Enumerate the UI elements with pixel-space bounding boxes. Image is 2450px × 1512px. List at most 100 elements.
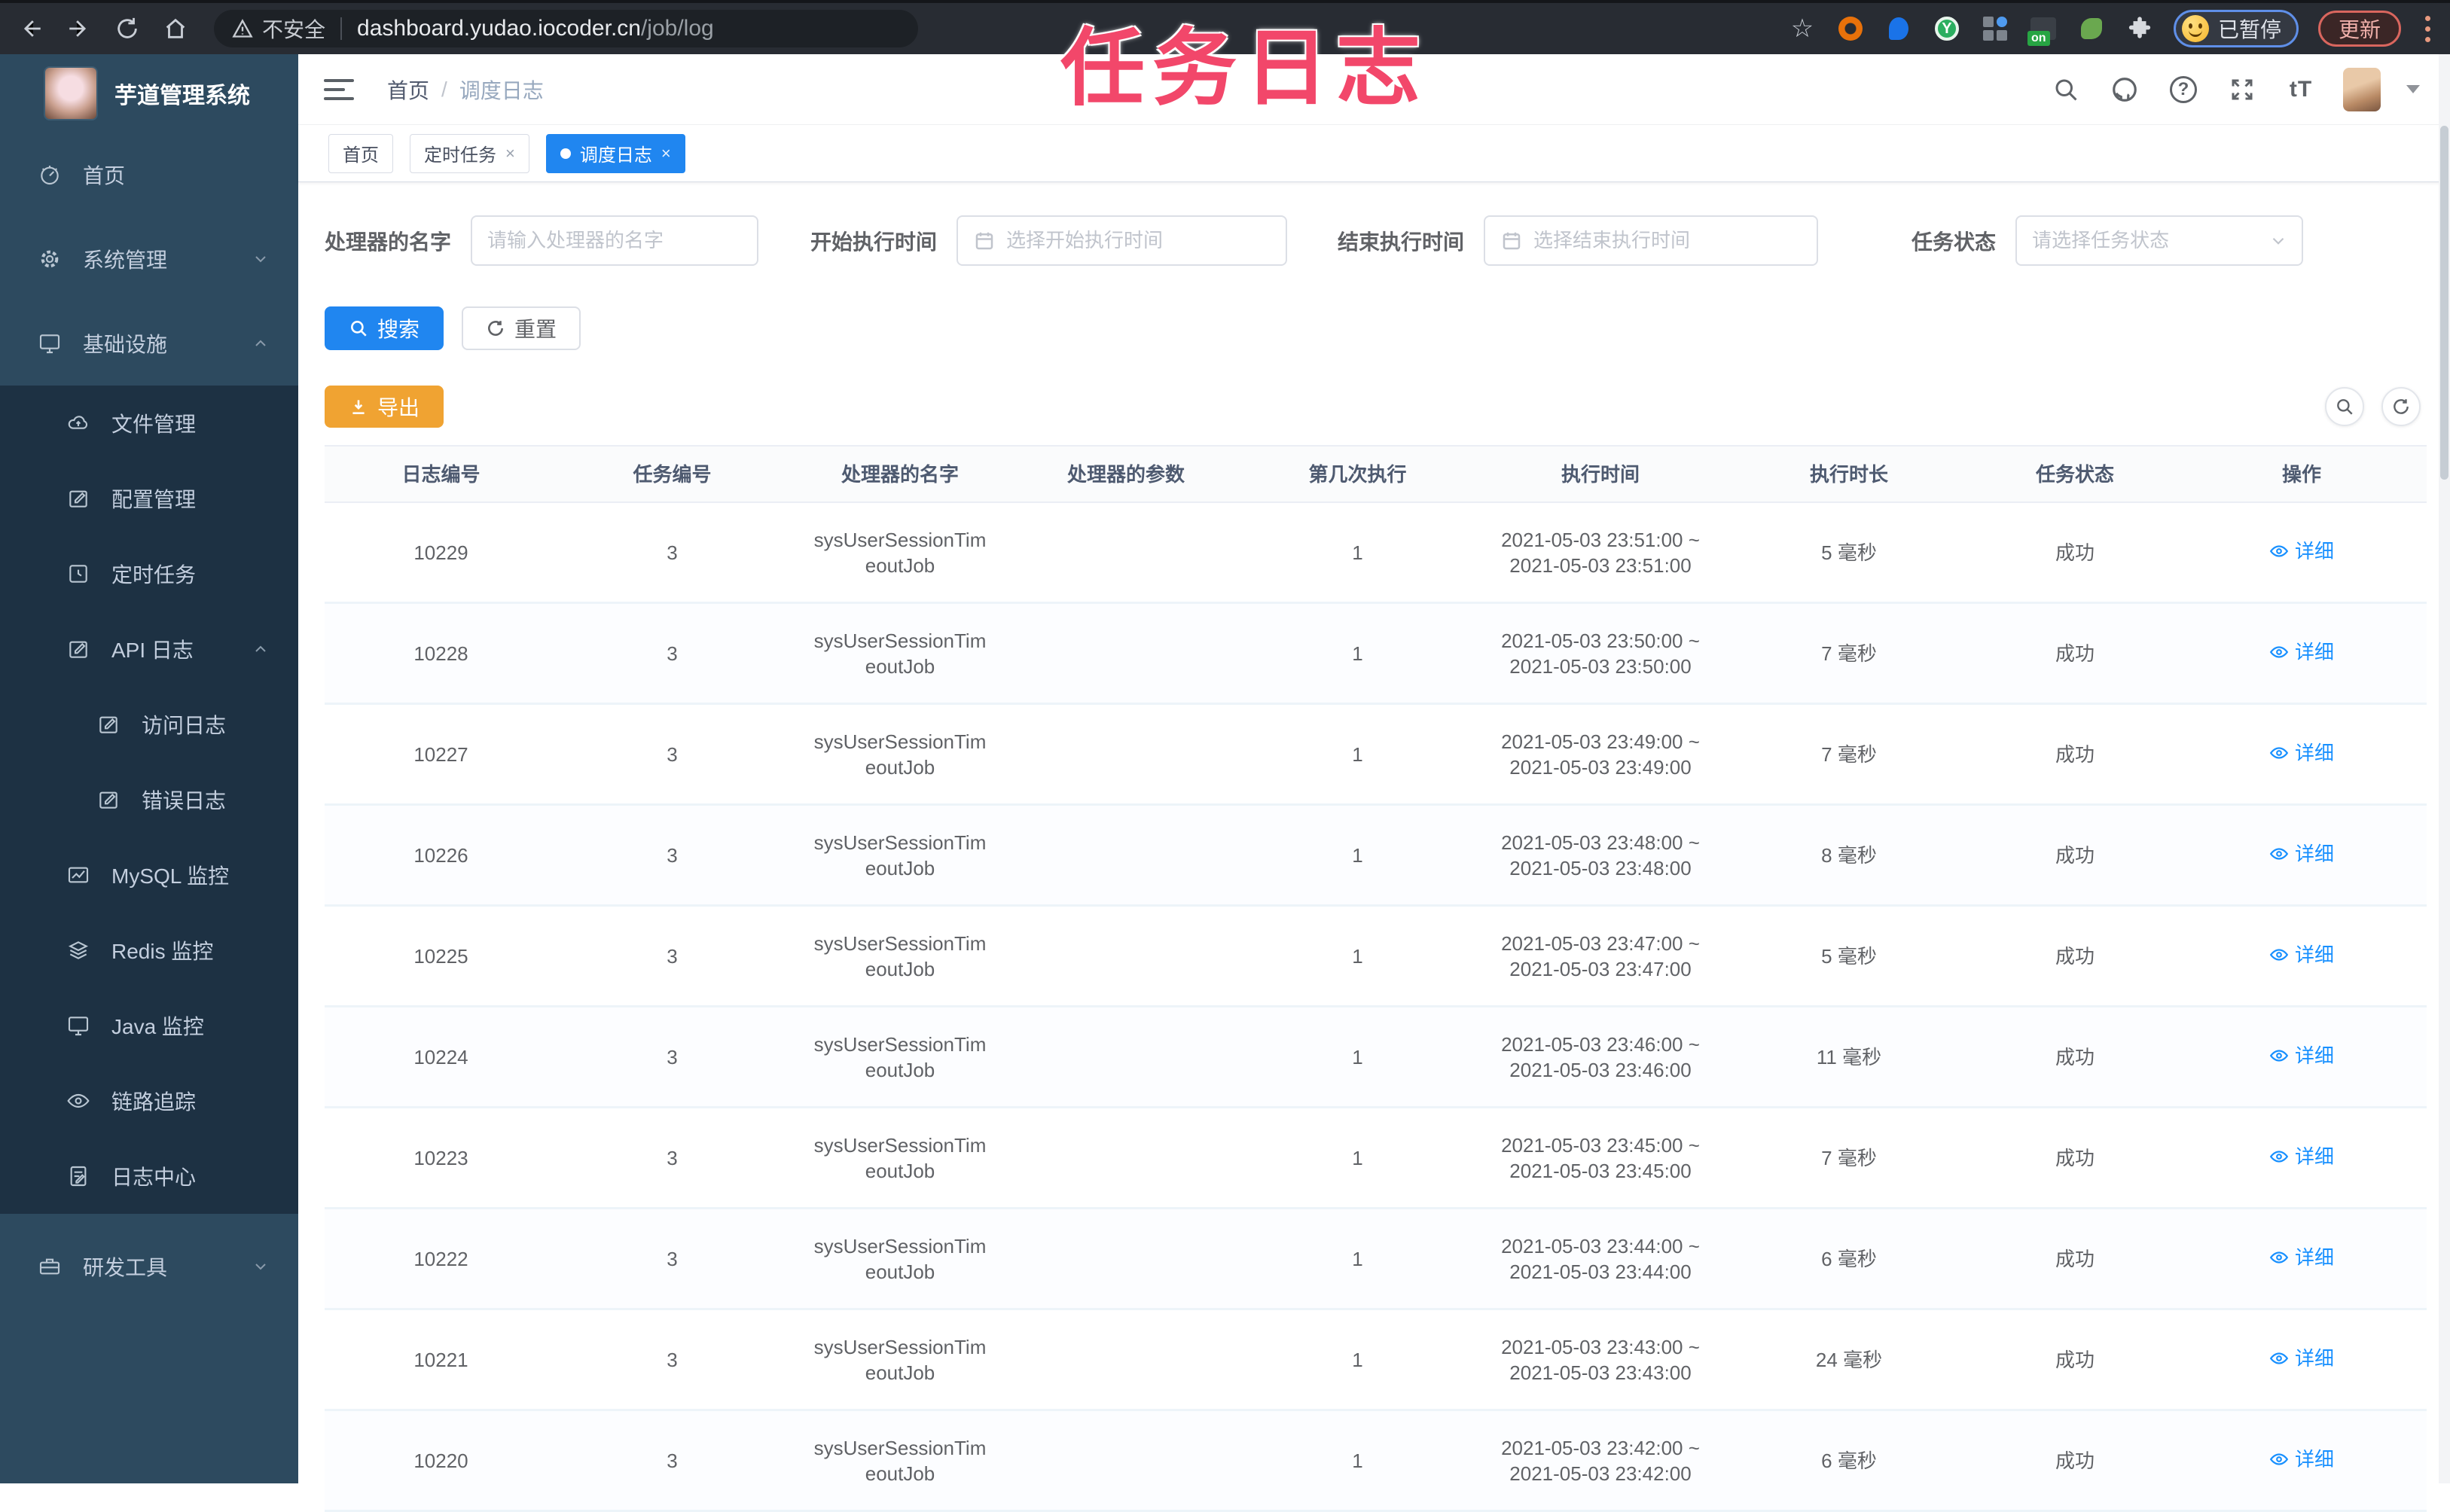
sidebar-item[interactable]: Redis 监控	[0, 913, 298, 988]
tag-close-icon[interactable]: ×	[505, 144, 515, 163]
breadcrumb-home[interactable]: 首页	[387, 75, 429, 105]
sidebar-item[interactable]: 文件管理	[0, 386, 298, 461]
sidebar-item[interactable]: 访问日志	[0, 687, 298, 762]
divider	[340, 17, 343, 40]
detail-link[interactable]: 详细	[2269, 639, 2334, 665]
filter-label-status: 任务状态	[1911, 230, 1997, 254]
table-search-toggle-button[interactable]	[2325, 387, 2364, 426]
sidebar-item[interactable]: 研发工具	[0, 1224, 298, 1309]
sidebar-item[interactable]: 日志中心	[0, 1139, 298, 1214]
export-button[interactable]: 导出	[325, 386, 444, 428]
status-select[interactable]	[2015, 215, 2304, 266]
cloud-icon	[63, 408, 93, 438]
detail-link-label: 详细	[2294, 1245, 2334, 1269]
table-row: 10229 3 sysUserSessionTim eoutJob 1 2021-05-0…	[325, 503, 2427, 604]
detail-link[interactable]: 详细	[2269, 1346, 2334, 1371]
browser-profile-chip[interactable]: 已暂停	[2173, 10, 2299, 47]
sidebar-item-label: 访问日志	[142, 714, 227, 737]
extension-blue-drop-icon[interactable]	[1884, 14, 1913, 43]
font-size-icon[interactable]: tT	[2284, 73, 2317, 106]
extensions-puzzle-icon[interactable]	[2125, 14, 2154, 43]
actions-cell: 详细	[2177, 1346, 2427, 1374]
sidebar-item-label: 配置管理	[111, 488, 197, 511]
sidebar-item[interactable]: 首页	[0, 133, 298, 217]
table-cell: 7 毫秒	[1821, 642, 1877, 665]
detail-link[interactable]: 详细	[2269, 1043, 2334, 1068]
extension-orange-icon[interactable]	[1836, 14, 1865, 43]
sidebar-item[interactable]: MySQL 监控	[0, 837, 298, 913]
start-time-input[interactable]	[958, 217, 1286, 264]
table-cell: sysUserSessionTim eoutJob	[813, 1335, 987, 1384]
search-button[interactable]: 搜索	[325, 306, 444, 350]
detail-link[interactable]: 详细	[2269, 538, 2334, 564]
sidebar-item-label: 定时任务	[111, 563, 197, 587]
reset-button[interactable]: 重置	[462, 306, 581, 350]
help-icon[interactable]: ?	[2167, 73, 2200, 106]
sidebar-item[interactable]: 定时任务	[0, 536, 298, 611]
page-content: 处理器的名字 开始执行时间 结束执行时间	[298, 215, 2450, 1512]
detail-link[interactable]: 详细	[2269, 1144, 2334, 1169]
tag-close-icon[interactable]: ×	[661, 144, 671, 163]
column-header: 执行时长	[1809, 462, 1888, 486]
sidebar-item[interactable]: API 日志	[0, 611, 298, 687]
sidebar-item[interactable]: 基础设施	[0, 301, 298, 386]
actions-cell: 详细	[2177, 942, 2427, 971]
table-refresh-button[interactable]	[2381, 387, 2421, 426]
actions-cell: 详细	[2177, 740, 2427, 769]
sidebar-item[interactable]: 配置管理	[0, 461, 298, 536]
sidebar-item[interactable]: 错误日志	[0, 762, 298, 837]
user-avatar[interactable]	[2343, 67, 2381, 111]
browser-back-button[interactable]	[14, 11, 48, 46]
actions-cell: 详细	[2177, 1245, 2427, 1273]
github-icon[interactable]	[2108, 73, 2141, 106]
table-row: 10228 3 sysUserSessionTim eoutJob 1 2021-05-0…	[325, 604, 2427, 705]
browser-forward-button[interactable]	[62, 11, 96, 46]
detail-link[interactable]: 详细	[2269, 1245, 2334, 1270]
tag-home[interactable]: 首页	[328, 133, 393, 173]
user-menu-caret-icon[interactable]	[2406, 85, 2420, 93]
table-cell: sysUserSessionTim eoutJob	[813, 730, 987, 779]
extension-green-icon[interactable]: Y	[1933, 14, 1961, 43]
browser-home-button[interactable]	[158, 11, 193, 46]
extension-leaf-icon[interactable]	[2077, 14, 2106, 43]
fullscreen-icon[interactable]	[2226, 73, 2259, 106]
edit-icon	[63, 634, 93, 664]
extension-grid-icon[interactable]	[1981, 14, 2009, 43]
detail-link-label: 详细	[2294, 943, 2334, 966]
header-search-icon[interactable]	[2049, 73, 2082, 106]
table-cell: 10220	[413, 1449, 468, 1472]
tag-scheduled-tasks[interactable]: 定时任务 ×	[410, 133, 529, 173]
table-cell: sysUserSessionTim eoutJob	[813, 1234, 987, 1283]
status-select-input[interactable]	[2017, 217, 2302, 264]
sidebar-item[interactable]: 链路追踪	[0, 1063, 298, 1139]
browser-update-button[interactable]: 更新	[2317, 11, 2401, 47]
address-bar[interactable]: 不安全 dashboard.yudao.iocoder.cn/job/log	[214, 10, 918, 47]
table-cell: 2021-05-03 23:43:00 ~2021-05-03 23:43:00	[1501, 1335, 1700, 1384]
app-logo-row[interactable]: 芋道管理系统	[0, 54, 298, 133]
table-cell: 3	[667, 742, 678, 766]
tag-schedule-log-active[interactable]: 调度日志 ×	[545, 133, 685, 173]
browser-reload-button[interactable]	[110, 11, 145, 46]
table-cell: 成功	[2055, 1348, 2095, 1371]
sidebar-toggle-icon[interactable]	[324, 75, 357, 105]
extension-proxy-icon[interactable]: on	[2027, 14, 2058, 46]
security-label[interactable]: 不安全	[262, 14, 325, 44]
dashboard-icon	[35, 160, 65, 190]
browser-menu-kebab-icon[interactable]	[2421, 15, 2435, 42]
detail-link-label: 详细	[2294, 539, 2334, 562]
detail-link[interactable]: 详细	[2269, 841, 2334, 867]
edit-icon	[93, 709, 124, 739]
detail-link[interactable]: 详细	[2269, 942, 2334, 968]
detail-link[interactable]: 详细	[2269, 740, 2334, 766]
scrollbar-thumb[interactable]	[2440, 126, 2448, 480]
url-host[interactable]: dashboard.yudao.iocoder.cn	[357, 16, 641, 41]
sidebar-item[interactable]: Java 监控	[0, 988, 298, 1063]
sidebar-item[interactable]: 系统管理	[0, 217, 298, 301]
page-scrollbar[interactable]	[2439, 54, 2450, 1483]
tags-view-bar: 首页 定时任务 × 调度日志 ×	[298, 125, 2450, 182]
handler-name-input[interactable]	[472, 217, 758, 264]
table-cell: 7 毫秒	[1821, 1146, 1877, 1169]
bookmark-star-icon[interactable]: ☆	[1788, 14, 1817, 43]
end-time-input[interactable]	[1485, 217, 1817, 264]
detail-link[interactable]: 详细	[2269, 1446, 2334, 1472]
